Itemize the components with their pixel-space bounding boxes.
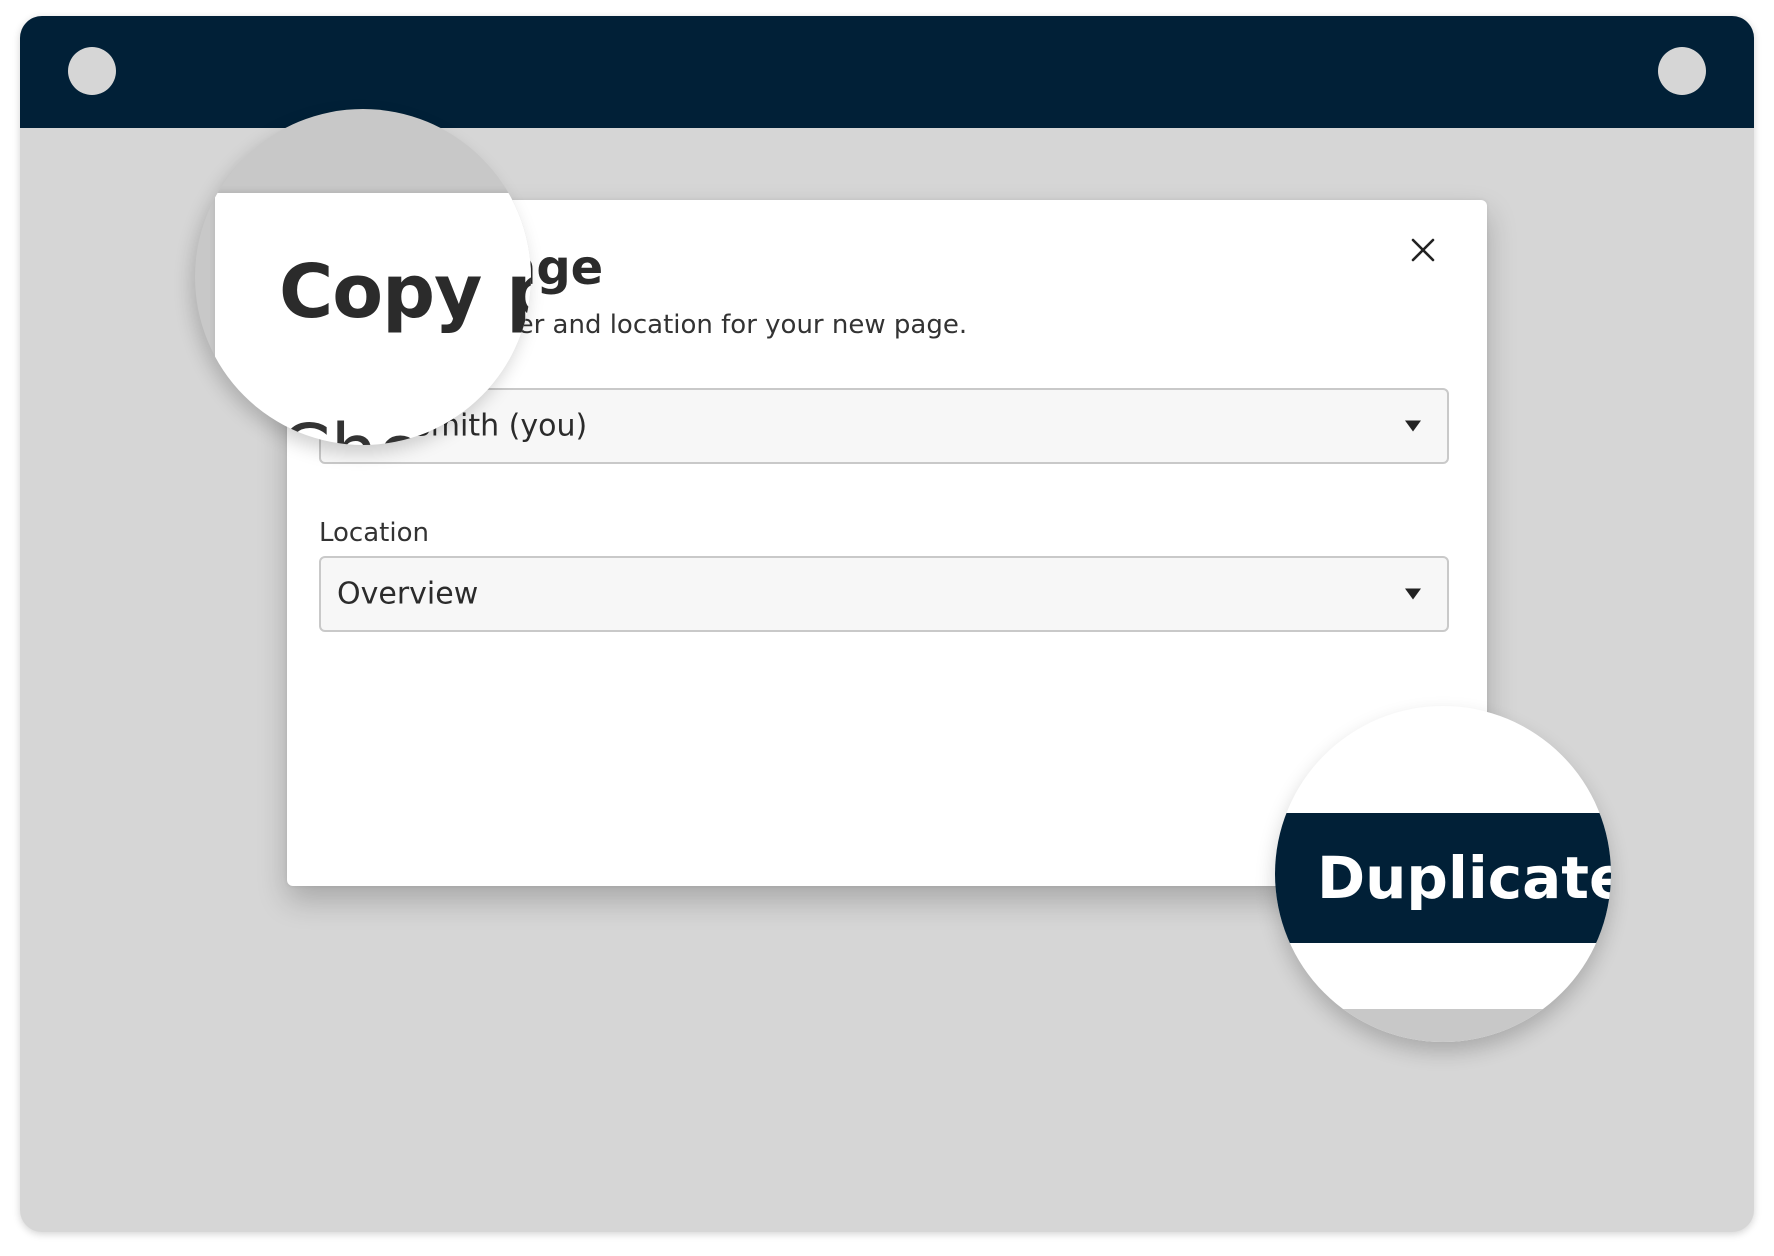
duplicate-button[interactable]: Duplicate xyxy=(1275,813,1611,943)
close-button[interactable] xyxy=(1403,230,1443,270)
title-magnifier: Copy page Choose owner xyxy=(195,109,531,445)
chevron-down-icon xyxy=(1405,420,1421,432)
location-select-value: Overview xyxy=(337,576,479,612)
chevron-down-icon xyxy=(1405,588,1421,600)
location-select[interactable]: Overview xyxy=(319,556,1449,632)
duplicate-magnifier: Duplicate xyxy=(1275,706,1611,1042)
magnified-owner-label: Choose owner xyxy=(279,409,531,445)
window-dot-right xyxy=(1658,47,1706,95)
close-icon xyxy=(1411,238,1435,262)
location-label: Location xyxy=(319,518,429,548)
window-topbar xyxy=(20,16,1754,128)
window-dot-left xyxy=(68,47,116,95)
magnified-title: Copy page xyxy=(279,249,531,335)
magnified-background-edge xyxy=(1275,1009,1611,1042)
browser-window: Copy page Choose an owner and location f… xyxy=(20,16,1754,1232)
